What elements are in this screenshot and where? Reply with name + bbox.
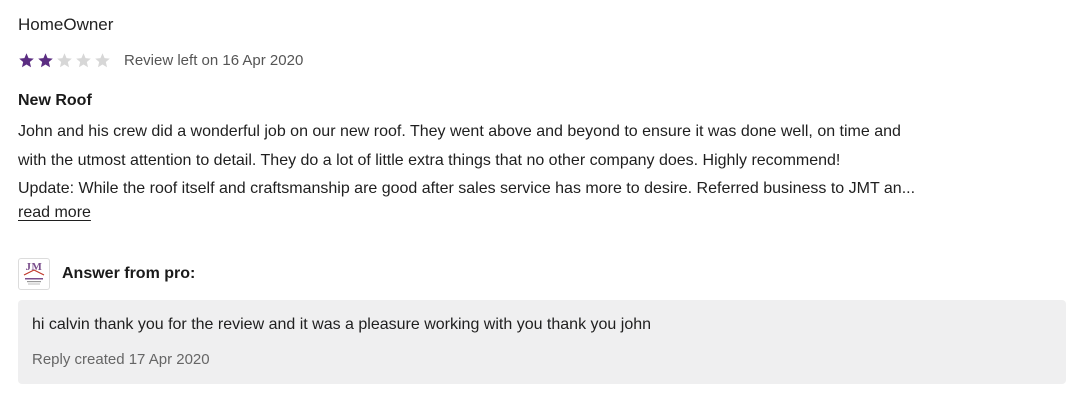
company-logo-icon: JM xyxy=(18,258,50,290)
review-date: Review left on 16 Apr 2020 xyxy=(124,51,304,69)
pro-reply-box: hi calvin thank you for the review and i… xyxy=(18,300,1066,384)
star-empty-icon xyxy=(95,52,110,67)
star-empty-icon xyxy=(57,52,72,67)
review-body: John and his crew did a wonderful job on… xyxy=(18,118,1070,204)
answer-label: Answer from pro: xyxy=(62,265,196,282)
review-title: New Roof xyxy=(18,92,92,109)
pro-reply-date: Reply created 17 Apr 2020 xyxy=(32,351,210,368)
review-body-line: Update: While the roof itself and crafts… xyxy=(18,180,916,197)
star-empty-icon xyxy=(76,52,91,67)
review-body-line: with the utmost attention to detail. The… xyxy=(18,151,841,169)
star-filled-icon xyxy=(38,52,53,67)
star-filled-icon xyxy=(19,52,34,67)
answer-header: JM Answer from pro: xyxy=(18,257,195,291)
star-rating xyxy=(18,52,111,69)
pro-reply-text: hi calvin thank you for the review and i… xyxy=(32,316,652,333)
review-body-line: John and his crew did a wonderful job on… xyxy=(18,123,901,140)
read-more-link[interactable]: read more xyxy=(18,204,91,222)
rating-row: Review left on 16 Apr 2020 xyxy=(18,49,303,71)
review-author: HomeOwner xyxy=(18,15,114,34)
